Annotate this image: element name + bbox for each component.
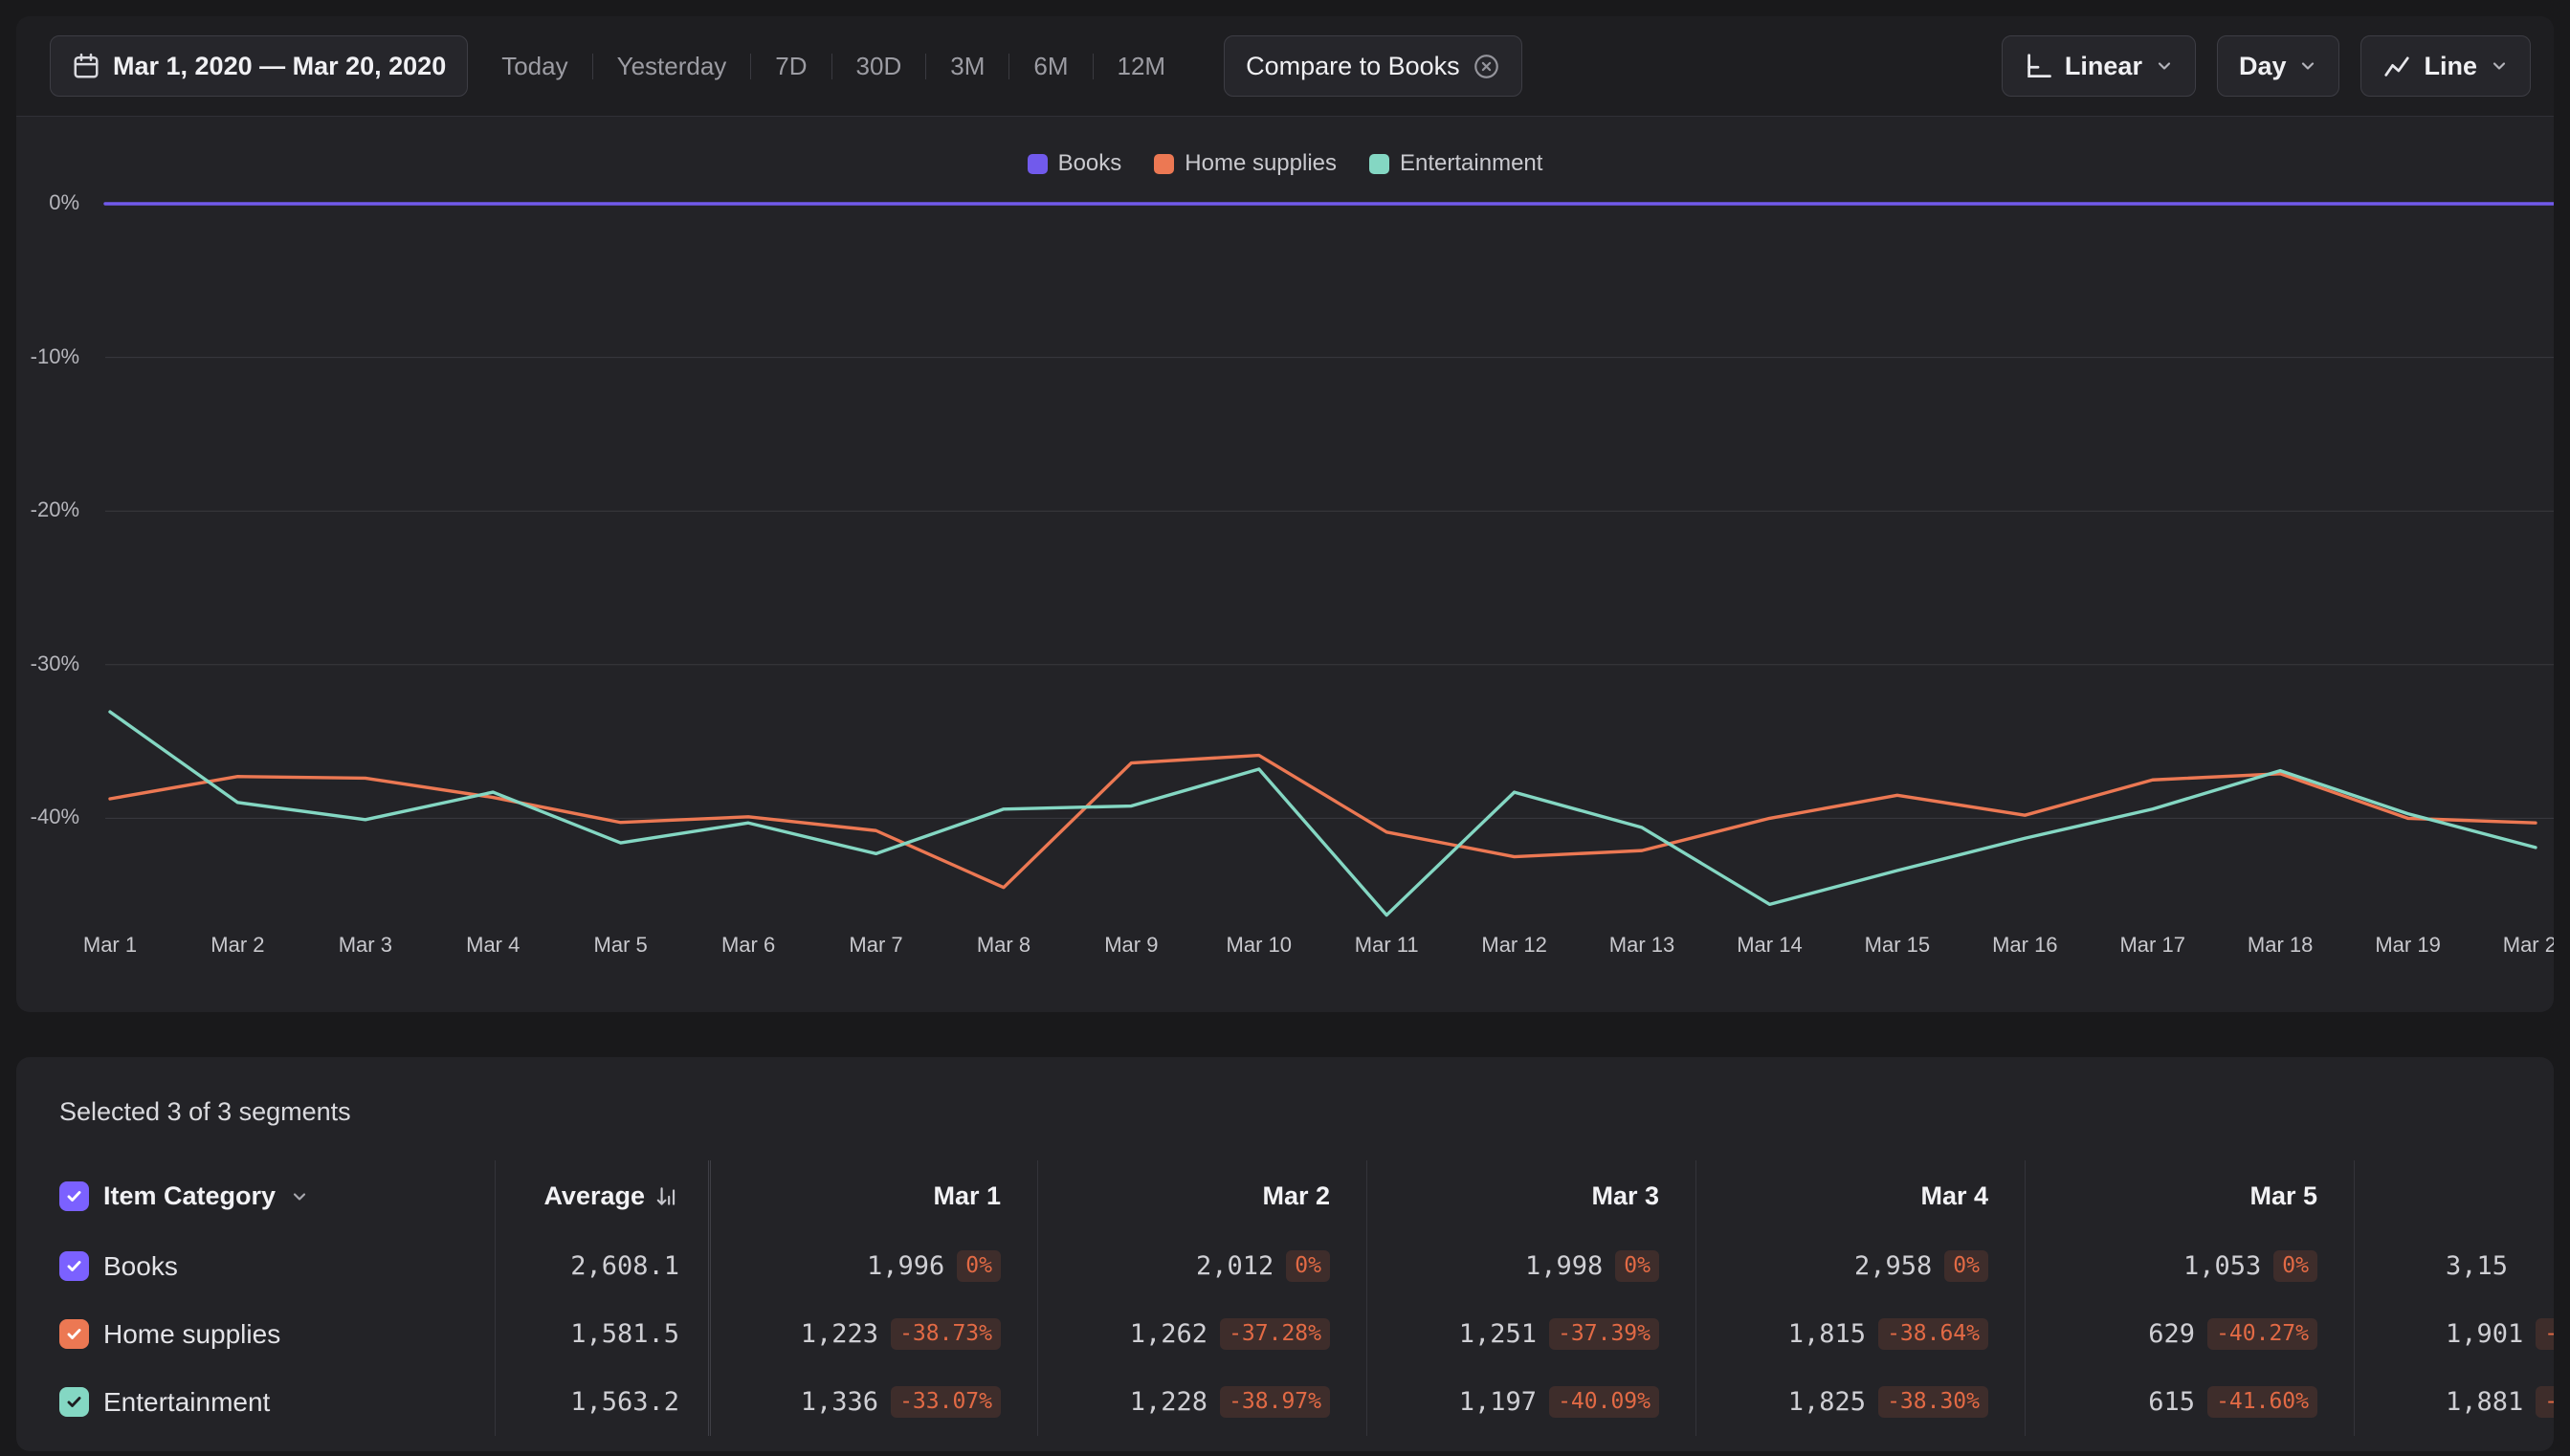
pct-change-badge: -38.73%	[891, 1318, 1001, 1350]
pct-change-badge: -33.07%	[891, 1386, 1001, 1418]
value-cell: 629 -40.27%	[2025, 1300, 2354, 1368]
pct-change-badge: 0%	[1615, 1250, 1659, 1282]
check-icon	[67, 1329, 81, 1339]
value-cell: 1,223 -38.73%	[708, 1300, 1037, 1368]
value-cell: 1,825 -38.30%	[1695, 1368, 2025, 1436]
value-cell: 1,901-3	[2354, 1300, 2554, 1368]
value-cell: 1,197 -40.09%	[1366, 1368, 1695, 1436]
check-icon	[67, 1397, 81, 1407]
value-cell: 1,262 -37.28%	[1037, 1300, 1366, 1368]
average-cell: 1,563.2	[495, 1368, 708, 1436]
date-column-header: Mar 4	[1695, 1160, 2025, 1232]
sort-icon[interactable]	[654, 1184, 679, 1209]
row-checkbox[interactable]	[59, 1387, 89, 1417]
row-label: Entertainment	[103, 1386, 271, 1417]
pct-change-badge: -37.39%	[1549, 1318, 1659, 1350]
pct-change-badge: -38.30%	[1878, 1386, 1988, 1418]
value-cell: 1,053 0%	[2025, 1232, 2354, 1300]
value-cell: 1,815 -38.64%	[1695, 1300, 2025, 1368]
value-cell: 1,228 -38.97%	[1037, 1368, 1366, 1436]
pct-change-badge: -40.27%	[2207, 1318, 2317, 1350]
check-icon	[67, 1191, 81, 1202]
series-line-home-supplies	[108, 753, 2537, 890]
table-row-label-home-supplies: Home supplies	[16, 1300, 495, 1368]
selected-segments-text: Selected 3 of 3 segments	[59, 1097, 351, 1126]
pct-change-badge: 0%	[1286, 1250, 1330, 1282]
line-chart[interactable]	[16, 16, 2554, 1012]
category-header-label: Item Category	[103, 1181, 277, 1210]
select-all-checkbox[interactable]	[59, 1181, 89, 1211]
pct-change-badge: -4	[2536, 1386, 2554, 1418]
row-label: Home supplies	[103, 1318, 281, 1349]
average-cell: 2,608.1	[495, 1232, 708, 1300]
date-column-header	[2354, 1160, 2554, 1232]
date-column-header: Mar 5	[2025, 1160, 2354, 1232]
pct-change-badge: -3	[2536, 1318, 2554, 1350]
value-cell: 2,958 0%	[1695, 1232, 2025, 1300]
segments-table-card: Selected 3 of 3 segments Item Category A…	[16, 1057, 2554, 1451]
pct-change-badge: -38.97%	[1220, 1386, 1330, 1418]
pct-change-badge: -37.28%	[1220, 1318, 1330, 1350]
date-column-header: Mar 2	[1037, 1160, 1366, 1232]
series-line-entertainment	[108, 710, 2537, 917]
value-cell: 615 -41.60%	[2025, 1368, 2354, 1436]
date-column-header: Mar 1	[708, 1160, 1037, 1232]
row-checkbox[interactable]	[59, 1251, 89, 1281]
date-column-header: Mar 3	[1366, 1160, 1695, 1232]
table-row-label-books: Books	[16, 1232, 495, 1300]
value-cell: 2,012 0%	[1037, 1232, 1366, 1300]
table-row-label-entertainment: Entertainment	[16, 1368, 495, 1436]
category-header[interactable]: Item Category	[16, 1160, 495, 1232]
value-cell: 1,336 -33.07%	[708, 1368, 1037, 1436]
pct-change-badge: 0%	[957, 1250, 1001, 1282]
pct-change-badge: -38.64%	[1878, 1318, 1988, 1350]
pct-change-badge: -40.09%	[1549, 1386, 1659, 1418]
pct-change-badge: -41.60%	[2207, 1386, 2317, 1418]
pct-change-badge: 0%	[2273, 1250, 2317, 1282]
average-header-label: Average	[543, 1181, 645, 1210]
row-label: Books	[103, 1250, 178, 1281]
average-cell: 1,581.5	[495, 1300, 708, 1368]
value-cell: 3,15	[2354, 1232, 2554, 1300]
value-cell: 1,881-4	[2354, 1368, 2554, 1436]
chart-card: Mar 1, 2020 — Mar 20, 2020 Today Yesterd…	[16, 16, 2554, 1012]
value-cell: 1,251 -37.39%	[1366, 1300, 1695, 1368]
check-icon	[67, 1261, 81, 1271]
value-cell: 1,998 0%	[1366, 1232, 1695, 1300]
value-cell: 1,996 0%	[708, 1232, 1037, 1300]
pct-change-badge: 0%	[1944, 1250, 1988, 1282]
segments-table: Item Category Average Mar 1 Mar 2 Mar 3 …	[16, 1160, 2554, 1436]
chevron-down-icon	[293, 1192, 306, 1201]
average-header[interactable]: Average	[495, 1160, 708, 1232]
row-checkbox[interactable]	[59, 1319, 89, 1349]
